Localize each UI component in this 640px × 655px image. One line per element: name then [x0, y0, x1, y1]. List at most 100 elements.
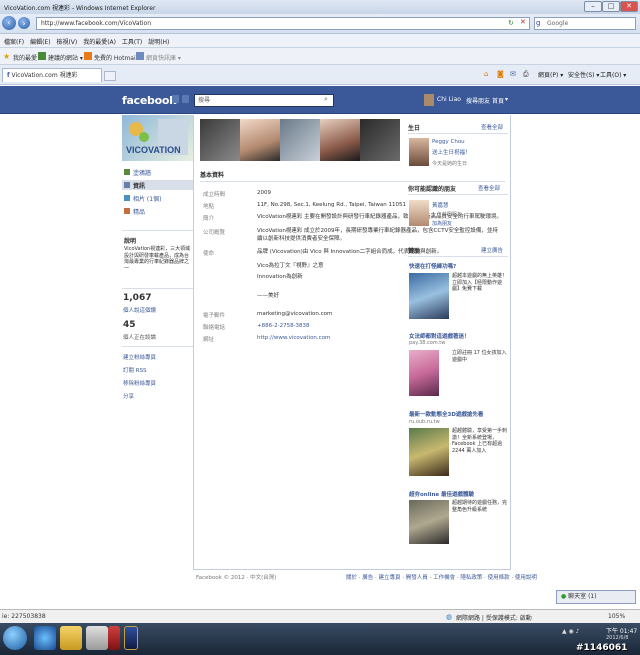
friends-see-all[interactable]: 查看全部: [478, 184, 500, 192]
ad-title[interactable]: 快速在打怪練功嗎?: [409, 262, 456, 270]
menu-edit[interactable]: 編輯(E): [30, 37, 50, 46]
photo-strip[interactable]: [200, 119, 400, 161]
back-button[interactable]: ‹: [2, 16, 16, 30]
sidebar-item-shop[interactable]: 精品: [133, 207, 145, 216]
mail-icon[interactable]: ✉: [510, 70, 516, 78]
home-link[interactable]: 首頁: [492, 96, 504, 105]
facebook-search-input[interactable]: 搜尋: [194, 94, 334, 107]
minimize-button[interactable]: –: [584, 1, 602, 12]
fav-hotmail[interactable]: 免費的 Hotmail: [94, 53, 137, 62]
friend-avatar[interactable]: [409, 200, 429, 226]
zone-text[interactable]: 網際網路 | 受保護模式: 啟動: [456, 613, 532, 622]
likes-label[interactable]: 個人說這個讚: [123, 306, 156, 314]
footer-link[interactable]: 開發人員: [406, 575, 428, 581]
app2-taskbar-icon[interactable]: [124, 626, 138, 650]
footer-link[interactable]: 隱私政策: [460, 575, 482, 581]
messages-icon[interactable]: [182, 95, 189, 103]
facebook-header: facebook 搜尋 ⌕ Chi Liao 搜尋朋友 首頁 ▾: [0, 86, 640, 114]
tools-menu[interactable]: 工具(O) ▾: [600, 70, 626, 79]
fav-webslice[interactable]: 網頁快訊庫 ▾: [146, 53, 181, 62]
search-input[interactable]: Google: [534, 17, 636, 30]
sidebar-item-info[interactable]: 資訊: [133, 181, 145, 190]
ad-image[interactable]: [409, 500, 449, 544]
facebook-logo[interactable]: facebook: [122, 94, 176, 107]
favorites-star-icon[interactable]: ★: [3, 52, 10, 61]
ad-title[interactable]: 最新一款動態全3D遊戲搶先看: [409, 410, 483, 418]
add-friend-link[interactable]: 加為朋友: [432, 220, 452, 227]
address-row: ‹ › http://www.facebook.com/VicoVation ↻…: [0, 14, 640, 34]
page-menu[interactable]: 網頁(P) ▾: [538, 70, 563, 79]
ie-taskbar-icon[interactable]: [34, 626, 56, 650]
footer-link[interactable]: 使用條款: [488, 575, 510, 581]
refresh-icon[interactable]: ↻: [508, 19, 514, 27]
photo-thumb[interactable]: [360, 119, 400, 161]
birthday-see-all[interactable]: 查看全部: [481, 123, 503, 131]
profile-picture[interactable]: VICOVATION: [122, 115, 194, 161]
clock-time[interactable]: 下午 01:47: [606, 626, 637, 635]
info-label: 地點: [203, 204, 215, 210]
new-tab-button[interactable]: [104, 71, 116, 81]
user-avatar[interactable]: [424, 94, 434, 106]
footer-link[interactable]: 使用說明: [515, 575, 537, 581]
photo-thumb[interactable]: [200, 119, 240, 161]
maximize-button[interactable]: □: [602, 1, 620, 12]
menu-favorites[interactable]: 我的最愛(A): [83, 37, 116, 46]
menu-tools[interactable]: 工具(T): [122, 37, 142, 46]
menu-help[interactable]: 說明(H): [148, 37, 169, 46]
ad-image[interactable]: [409, 273, 449, 319]
sidebar-item-photos[interactable]: 相片 (1個): [133, 194, 161, 203]
birthday-avatar[interactable]: [409, 138, 429, 166]
tray-icons[interactable]: ▲ ◉ ♪: [562, 628, 580, 635]
forward-button[interactable]: ›: [18, 17, 30, 29]
tab-active[interactable]: f VicoVation.com 視連彩: [2, 68, 102, 82]
chat-tab[interactable]: ● 聊天室 (1): [556, 590, 636, 604]
sidebar-item-wall[interactable]: 塗鴉牆: [133, 168, 151, 177]
footer-link[interactable]: 工作機會: [433, 575, 455, 581]
ad-title[interactable]: 超夯online 最佳遊戲體驗: [409, 490, 474, 498]
app-taskbar-icon[interactable]: [108, 626, 120, 650]
fav-suggested[interactable]: 建議的網站 ▾: [48, 53, 83, 62]
info-label: 成立時間: [203, 192, 226, 198]
photo-thumb[interactable]: [320, 119, 360, 161]
rss-link[interactable]: 訂閱 RSS: [123, 366, 147, 374]
print-icon[interactable]: ⎙: [523, 70, 529, 79]
footer-link[interactable]: 廣告: [362, 575, 373, 581]
create-page-link[interactable]: 建立粉絲專頁: [123, 353, 156, 361]
info-row-location: 地點 11F, No.298, Sec.1, Keelung Rd., Taip…: [203, 202, 503, 210]
zoom-level[interactable]: 105%: [608, 613, 625, 620]
ad-image[interactable]: [409, 350, 439, 396]
close-button[interactable]: ✕: [620, 1, 638, 12]
start-button[interactable]: [3, 626, 27, 650]
info-row-phone: 聯絡電話 +886-2-2758-3838: [203, 323, 503, 331]
share-link[interactable]: 分享: [123, 392, 134, 400]
birthday-name[interactable]: Peggy Chou: [432, 139, 465, 145]
home-icon[interactable]: ⌂: [484, 70, 488, 78]
window-title: VicoVation.com 視連彩 - Windows Internet Ex…: [4, 5, 156, 12]
address-bar[interactable]: http://www.facebook.com/VicoVation: [36, 17, 530, 30]
photo-thumb[interactable]: [240, 119, 280, 161]
footer-link[interactable]: 建立專頁: [379, 575, 401, 581]
google-icon: g: [536, 19, 541, 27]
friend-requests-icon[interactable]: [172, 95, 179, 103]
media-taskbar-icon[interactable]: [86, 626, 108, 650]
menu-file[interactable]: 檔案(F): [4, 37, 24, 46]
friend-name[interactable]: 黃嘉慧: [432, 201, 449, 209]
search-icon[interactable]: ⌕: [324, 95, 328, 104]
ad-image[interactable]: [409, 428, 449, 476]
explorer-taskbar-icon[interactable]: [60, 626, 82, 650]
birthday-wish-link[interactable]: 送上生日祝福！: [432, 148, 471, 156]
ad-title[interactable]: 女法師都對這遊戲著迷！: [409, 332, 470, 340]
footer-link[interactable]: 關於: [346, 575, 357, 581]
find-friends-link[interactable]: 搜尋朋友: [466, 96, 490, 105]
remove-page-link[interactable]: 移除粉絲專頁: [123, 379, 156, 387]
user-name[interactable]: Chi Liao: [437, 96, 461, 103]
account-menu[interactable]: ▾: [505, 96, 508, 103]
safety-menu[interactable]: 安全性(S) ▾: [568, 70, 599, 79]
photo-thumb[interactable]: [280, 119, 320, 161]
favorites-label[interactable]: 我的最愛: [13, 53, 37, 62]
info-value[interactable]: +886-2-2758-3838: [257, 323, 503, 331]
stop-icon[interactable]: ✕: [520, 18, 526, 26]
menu-view[interactable]: 檢視(V): [56, 37, 77, 46]
rss-icon[interactable]: ◙: [497, 70, 504, 78]
ads-create-link[interactable]: 建立廣告: [481, 246, 503, 254]
